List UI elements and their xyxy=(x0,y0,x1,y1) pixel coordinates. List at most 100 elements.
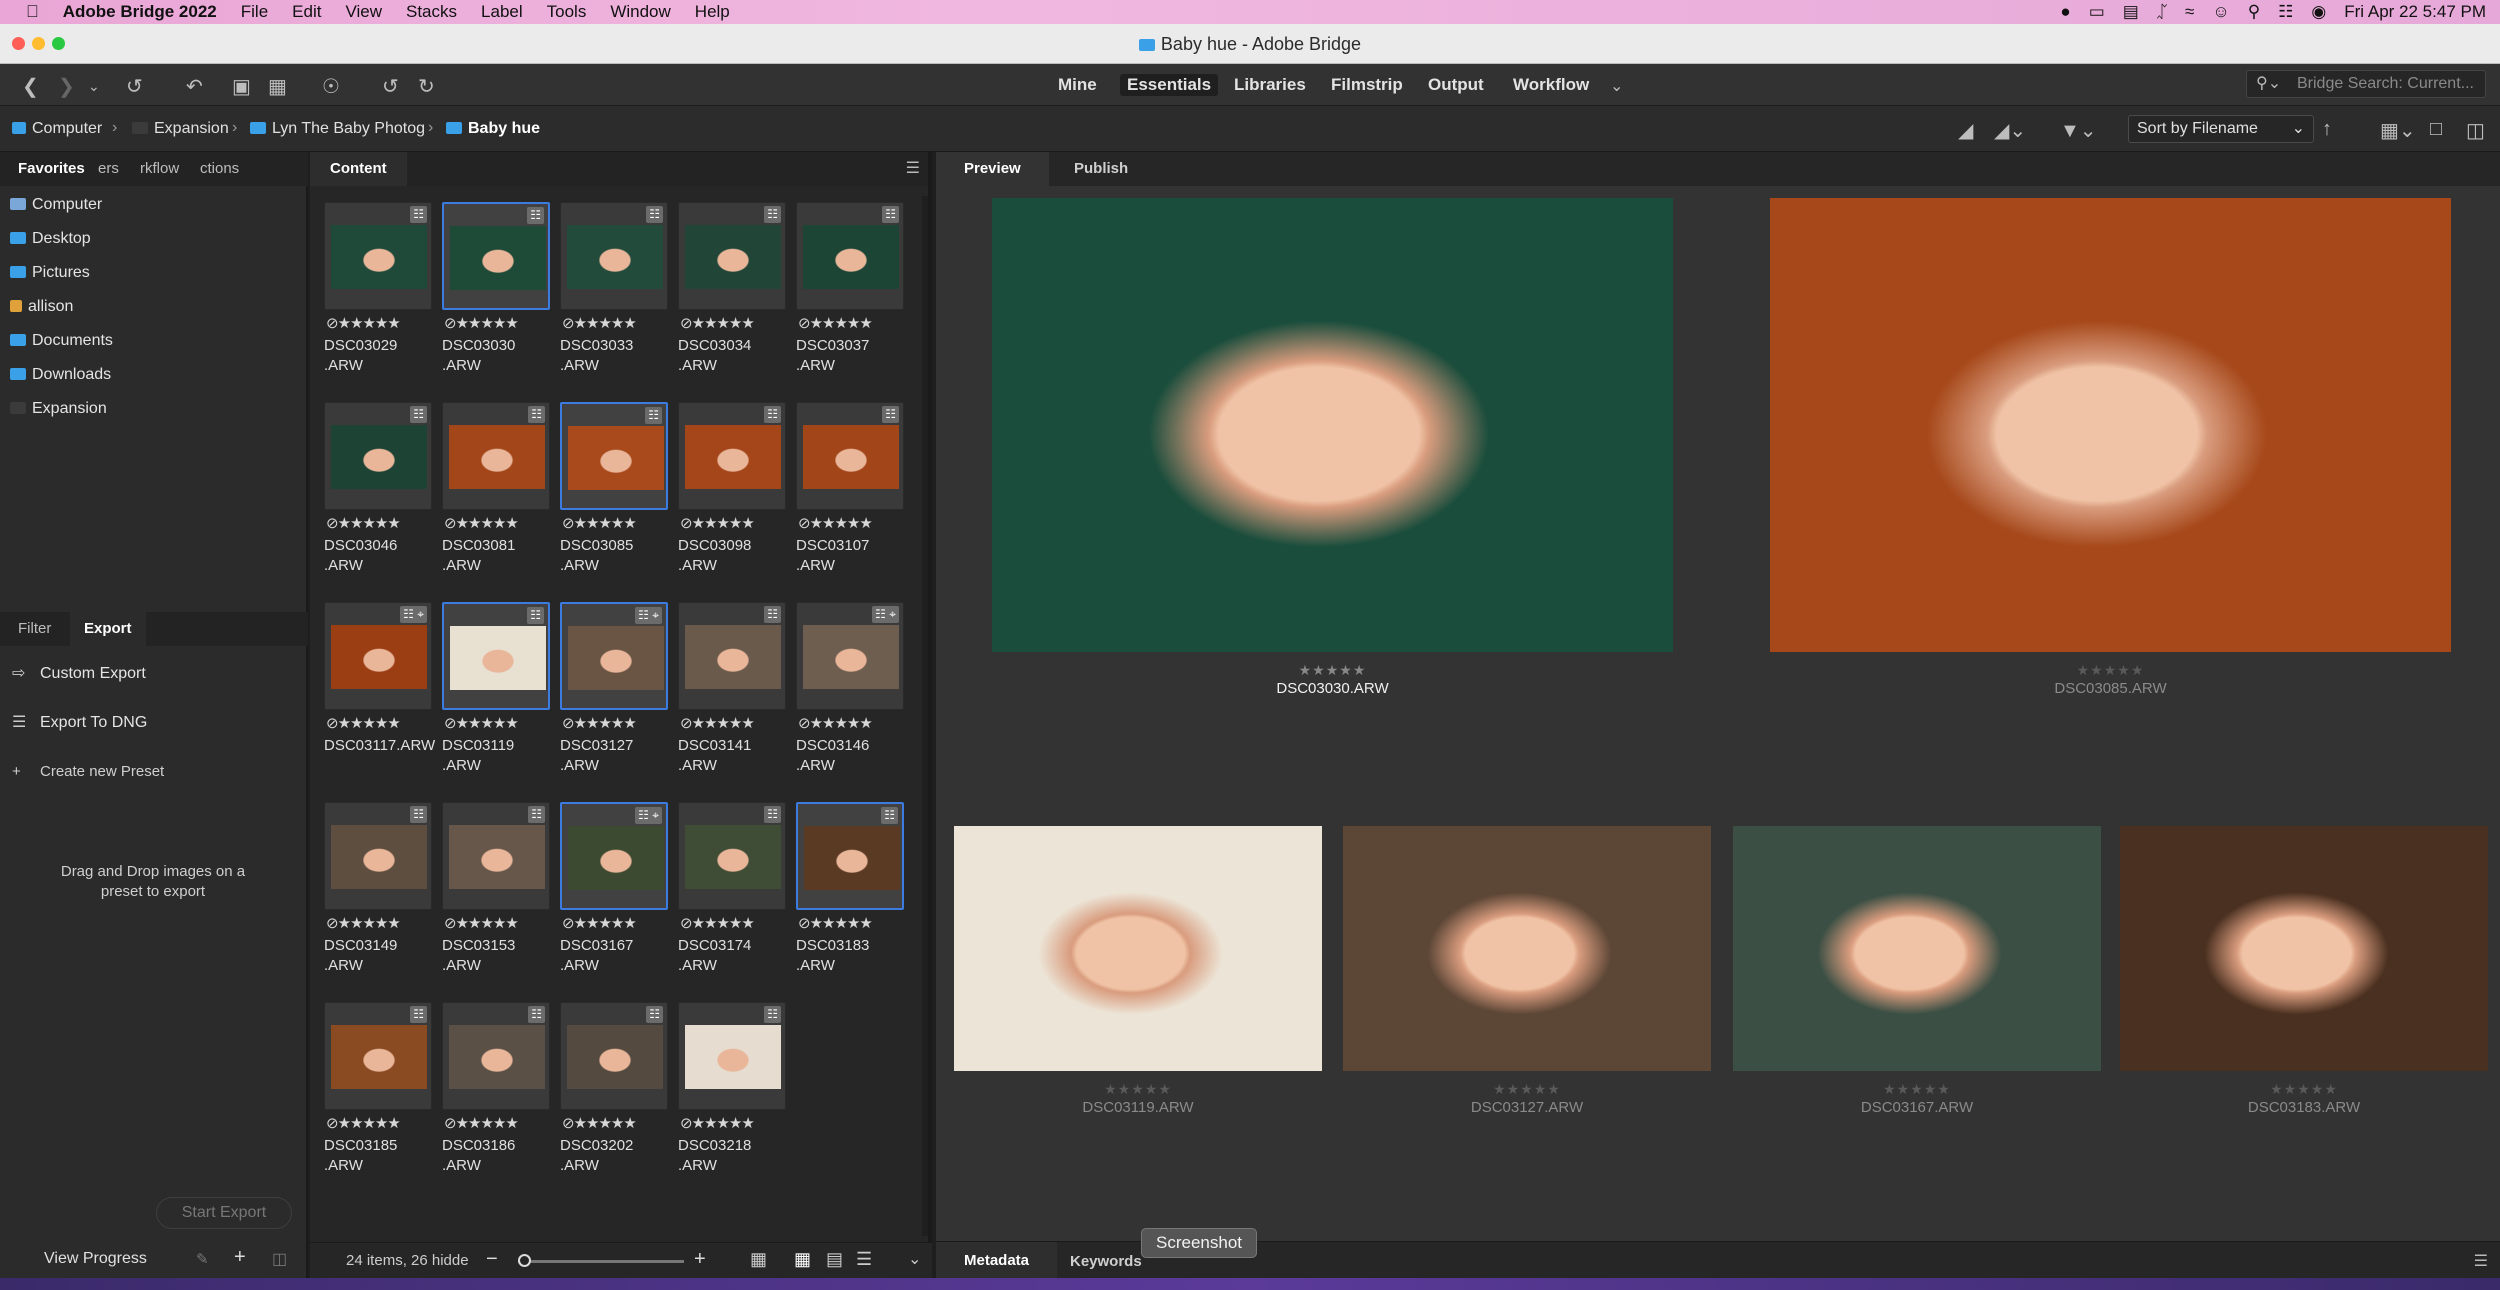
thumbnail-quality-icon[interactable]: ◢⌄ xyxy=(1994,118,2026,143)
rating-stars[interactable]: ⊘★★★★★ xyxy=(444,714,519,732)
thumbnail-frame[interactable]: ☷ xyxy=(796,802,904,910)
zoom-in-icon[interactable]: + xyxy=(694,1248,706,1271)
rating-stars[interactable]: ⊘★★★★★ xyxy=(680,314,755,332)
rating-stars[interactable]: ⊘★★★★★ xyxy=(562,1114,637,1132)
star-rating[interactable]: ★★★★★ xyxy=(574,315,637,332)
star-rating[interactable]: ★★★★★ xyxy=(456,515,519,532)
star-rating[interactable]: ★★★★★ xyxy=(692,715,755,732)
reject-icon[interactable]: ⊘ xyxy=(798,915,811,932)
cc-icon[interactable]: ● xyxy=(2060,2,2070,22)
tab-workflow[interactable]: rkflow xyxy=(140,160,179,177)
tab-publish[interactable]: Publish xyxy=(1056,152,1146,186)
list-view-icon[interactable]: ☰ xyxy=(856,1249,872,1270)
reject-icon[interactable]: ⊘ xyxy=(680,715,693,732)
chevron-down-icon[interactable]: ⌄ xyxy=(88,78,100,95)
reject-icon[interactable]: ⊘ xyxy=(326,1115,339,1132)
tab-folders[interactable]: ers xyxy=(98,160,119,177)
back-icon[interactable]: ❮ xyxy=(22,74,39,99)
menu-file[interactable]: File xyxy=(229,0,280,24)
rating-stars[interactable]: ⊘★★★★★ xyxy=(444,314,519,332)
control-center-icon[interactable]: ☷ xyxy=(2278,2,2293,22)
zoom-window-button[interactable] xyxy=(52,37,65,50)
thumbnail-frame[interactable]: ☷ xyxy=(678,602,786,710)
minimize-window-button[interactable] xyxy=(32,37,45,50)
breadcrumb-expansion[interactable]: Expansion xyxy=(132,120,229,138)
reject-icon[interactable]: ⊘ xyxy=(444,515,457,532)
tab-filter[interactable]: Filter xyxy=(18,620,51,637)
forward-icon[interactable]: ❯ xyxy=(58,74,75,99)
reject-icon[interactable]: ⊘ xyxy=(326,515,339,532)
thumbnail-frame[interactable]: ☷ xyxy=(442,1002,550,1110)
quality-icon[interactable]: ◢ xyxy=(1958,118,1973,143)
rating-stars[interactable]: ⊘★★★★★ xyxy=(680,514,755,532)
favorite-item[interactable]: Expansion xyxy=(10,400,107,418)
boomerang-icon[interactable]: ↶ xyxy=(186,74,203,99)
open-in-camera-raw-icon[interactable]: ☉ xyxy=(322,74,340,99)
star-rating[interactable]: ★★★★★ xyxy=(810,915,873,932)
tab-export[interactable]: Export xyxy=(70,612,146,646)
search-input[interactable]: Bridge Search: Current... xyxy=(2246,70,2486,98)
thumbnail-frame[interactable]: ☷ xyxy=(442,802,550,910)
star-rating[interactable]: ★★★★★ xyxy=(574,1115,637,1132)
tab-metadata[interactable]: Metadata xyxy=(936,1242,1058,1280)
reject-icon[interactable]: ⊘ xyxy=(680,315,693,332)
workspace-mine[interactable]: Mine xyxy=(1058,75,1097,95)
reject-icon[interactable]: ⊘ xyxy=(798,315,811,332)
reject-icon[interactable]: ⊘ xyxy=(798,515,811,532)
menu-stacks[interactable]: Stacks xyxy=(394,0,469,24)
start-export-button[interactable]: Start Export xyxy=(156,1197,292,1229)
folder-icon[interactable]: □ xyxy=(2430,118,2442,141)
star-rating[interactable]: ★★★★★ xyxy=(338,915,401,932)
tab-favorites[interactable]: Favorites xyxy=(18,160,85,177)
spotlight-icon[interactable]: ⚲ xyxy=(2248,2,2260,22)
export-to-dng-item[interactable]: ☰ Export To DNG xyxy=(0,703,306,743)
star-rating[interactable]: ★★★★★ xyxy=(338,715,401,732)
reject-icon[interactable]: ⊘ xyxy=(444,915,457,932)
thumbnail-frame[interactable]: ☷ xyxy=(442,602,550,710)
thumbnail-frame[interactable]: ☷ xyxy=(796,202,904,310)
rating-stars[interactable]: ⊘★★★★★ xyxy=(562,314,637,332)
preview-image[interactable] xyxy=(1343,826,1711,1071)
trash-icon[interactable]: ◫ xyxy=(272,1249,287,1269)
tab-keywords[interactable]: Keywords xyxy=(1070,1253,1142,1270)
panel-menu-icon[interactable]: ☰ xyxy=(906,158,920,178)
rating-stars[interactable]: ⊘★★★★★ xyxy=(326,514,401,532)
thumbnail-frame[interactable]: ☷ xyxy=(324,402,432,510)
preview-rating-stars[interactable]: ★★★★★ xyxy=(1770,662,2451,679)
rating-stars[interactable]: ⊘★★★★★ xyxy=(444,914,519,932)
workspace-filmstrip[interactable]: Filmstrip xyxy=(1331,75,1403,95)
trash-icon[interactable]: ◫ xyxy=(2466,118,2485,143)
star-rating[interactable]: ★★★★★ xyxy=(338,515,401,532)
preview-rating-stars[interactable]: ★★★★★ xyxy=(2120,1081,2488,1098)
preview-image[interactable] xyxy=(992,198,1673,652)
panel-menu-icon[interactable]: ☰ xyxy=(2474,1251,2488,1271)
rotate-left-icon[interactable]: ↺ xyxy=(382,74,399,99)
preview-image[interactable] xyxy=(1733,826,2101,1071)
favorite-item[interactable]: Computer xyxy=(10,196,102,214)
thumbnail-frame[interactable]: ☷ xyxy=(678,402,786,510)
workspace-workflow[interactable]: Workflow xyxy=(1513,75,1589,95)
star-rating[interactable]: ★★★★★ xyxy=(810,315,873,332)
filter-icon[interactable]: ▼⌄ xyxy=(2060,118,2097,143)
close-window-button[interactable] xyxy=(12,37,25,50)
favorite-item[interactable]: Desktop xyxy=(10,230,91,248)
star-rating[interactable]: ★★★★★ xyxy=(574,515,637,532)
thumbnail-frame[interactable]: ☷ xyxy=(560,202,668,310)
edit-icon[interactable]: ✎ xyxy=(196,1250,209,1268)
refine-icon[interactable]: ▦ xyxy=(268,74,287,99)
breadcrumb-lyn[interactable]: Lyn The Baby Photog xyxy=(250,120,425,138)
thumbnail-frame[interactable]: ☷ xyxy=(560,402,668,510)
star-rating[interactable]: ★★★★★ xyxy=(810,715,873,732)
bluetooth-icon[interactable]: ᛢ xyxy=(2157,2,2167,22)
rating-stars[interactable]: ⊘★★★★★ xyxy=(680,914,755,932)
rating-stars[interactable]: ⊘★★★★★ xyxy=(562,914,637,932)
menu-label[interactable]: Label xyxy=(469,0,535,24)
star-rating[interactable]: ★★★★★ xyxy=(574,715,637,732)
star-rating[interactable]: ★★★★★ xyxy=(456,715,519,732)
favorite-item[interactable]: Documents xyxy=(10,332,113,350)
reject-icon[interactable]: ⊘ xyxy=(680,915,693,932)
search-icon[interactable]: ⚲⌄ xyxy=(2256,73,2281,93)
details-view-icon[interactable]: ▤ xyxy=(826,1249,843,1270)
thumbnail-size-slider[interactable] xyxy=(518,1260,684,1263)
preview-image[interactable] xyxy=(2120,826,2488,1071)
